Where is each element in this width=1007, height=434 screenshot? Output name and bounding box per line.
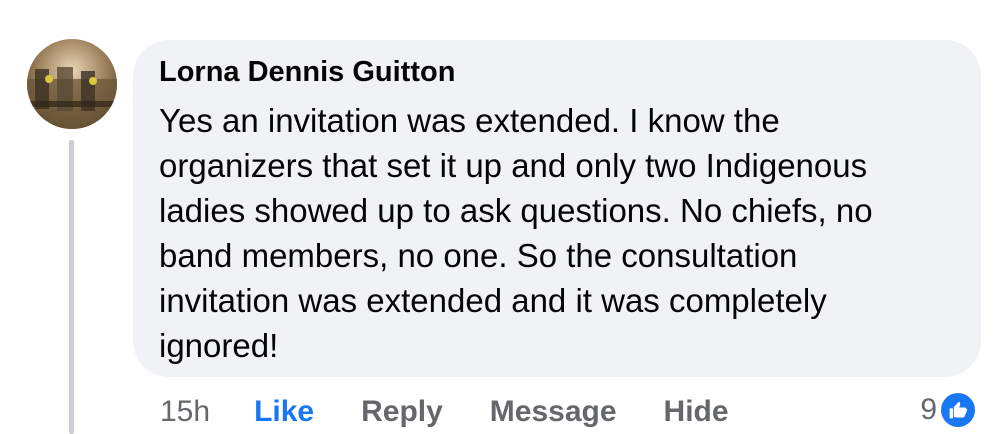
- avatar-photo: [27, 39, 117, 129]
- reply-button[interactable]: Reply: [361, 395, 443, 429]
- comment-text-line: Yes an invitation was extended. I know t…: [159, 102, 780, 139]
- comment-text: Yes an invitation was extended. I know t…: [159, 98, 969, 368]
- comment-text-line: invitation was extended and it was compl…: [159, 282, 827, 319]
- comment-text-line: ignored!: [159, 327, 279, 364]
- comment-text-line: band members, no one. So the consultatio…: [159, 237, 798, 274]
- thumbs-up-icon: [941, 393, 975, 427]
- like-button[interactable]: Like: [254, 395, 314, 429]
- reaction-summary[interactable]: 9: [920, 393, 975, 427]
- comment-text-line: organizers that set it up and only two I…: [159, 147, 868, 184]
- timestamp[interactable]: 15h: [160, 395, 210, 429]
- message-button[interactable]: Message: [490, 395, 617, 429]
- comment-container: Lorna Dennis Guitton Yes an invitation w…: [0, 0, 1007, 434]
- thread-line: [69, 140, 74, 434]
- reaction-count: 9: [920, 393, 937, 426]
- comment-text-line: ladies showed up to ask questions. No ch…: [159, 192, 873, 229]
- hide-button[interactable]: Hide: [664, 395, 729, 429]
- avatar[interactable]: [27, 39, 117, 129]
- author-name[interactable]: Lorna Dennis Guitton: [159, 56, 455, 89]
- comment-bubble: Lorna Dennis Guitton Yes an invitation w…: [133, 40, 981, 377]
- comment-actions: 15h Like Reply Message Hide: [160, 392, 776, 432]
